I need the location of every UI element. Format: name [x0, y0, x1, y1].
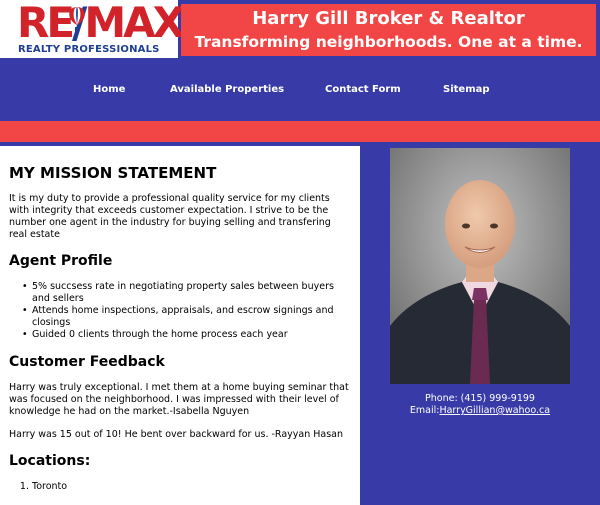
main-nav: Home Available Properties Contact Form S… [0, 58, 600, 121]
remax-logo[interactable]: RE/MAX REALTY PROFESSIONALS [0, 0, 185, 58]
agent-sidebar: Phone: (415) 999-9199 Email:HarryGillian… [360, 146, 600, 505]
nav-contact-form[interactable]: Contact Form [325, 84, 401, 95]
nav-home[interactable]: Home [93, 84, 125, 95]
title-banner: Harry Gill Broker & Realtor Transforming… [181, 4, 596, 56]
agent-photo [390, 148, 570, 384]
email-line: Email:HarryGillian@wahoo.ca [360, 405, 600, 417]
feedback-quote-2: Harry was 15 out of 10! He bent over bac… [9, 429, 343, 440]
mission-text: It is my duty to provide a professional … [9, 193, 331, 240]
profile-list: 5% succsess rate in negotiating property… [22, 281, 360, 341]
nav-available-properties[interactable]: Available Properties [170, 84, 284, 95]
email-link[interactable]: HarryGillian@wahoo.ca [439, 405, 550, 416]
list-item: Guided 0 clients through the home proces… [22, 329, 342, 341]
site-slogan: Transforming neighborhoods. One at a tim… [194, 33, 583, 51]
profile-heading: Agent Profile [9, 253, 113, 269]
feedback-heading: Customer Feedback [9, 354, 165, 370]
list-item: Toronto [32, 481, 360, 493]
main-content: MY MISSION STATEMENT It is my duty to pr… [0, 146, 360, 505]
locations-heading: Locations: [9, 453, 91, 469]
agent-portrait-image [390, 148, 570, 384]
logo-tagline: REALTY PROFESSIONALS [18, 44, 160, 55]
hot-air-balloon-icon [69, 7, 85, 31]
header: RE/MAX REALTY PROFESSIONALS Harry Gill B… [0, 0, 600, 58]
logo-wordmark: RE/MAX [17, 0, 185, 47]
contact-info: Phone: (415) 999-9199 Email:HarryGillian… [360, 393, 600, 417]
locations-list: Toronto [32, 481, 360, 493]
mission-heading: MY MISSION STATEMENT [9, 164, 217, 182]
list-item: 5% succsess rate in negotiating property… [22, 281, 342, 305]
feedback-quote-1: Harry was truly exceptional. I met them … [9, 382, 349, 417]
site-title: Harry Gill Broker & Realtor [252, 8, 525, 29]
email-label: Email: [409, 405, 440, 416]
nav-sitemap[interactable]: Sitemap [443, 84, 490, 95]
accent-bar [0, 121, 600, 142]
phone-number: Phone: (415) 999-9199 [425, 393, 535, 404]
list-item: Attends home inspections, appraisals, an… [22, 305, 342, 329]
